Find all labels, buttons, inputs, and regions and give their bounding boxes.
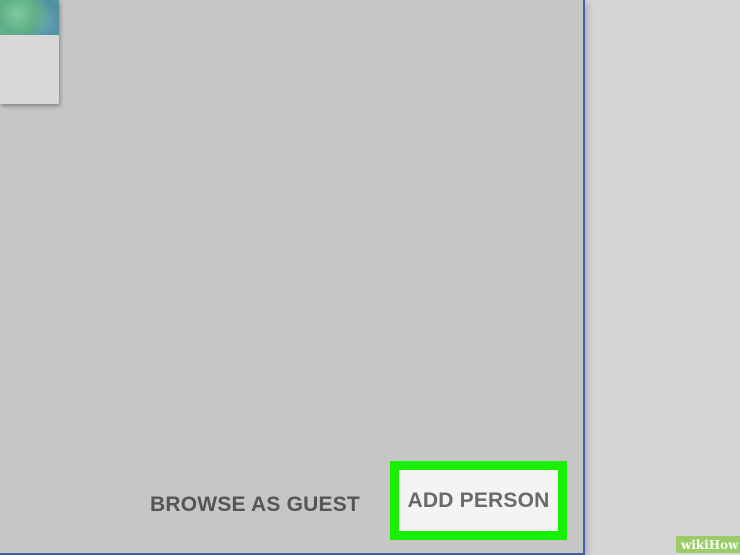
watermark-how-text: How bbox=[708, 537, 739, 552]
add-person-button[interactable]: ADD PERSON bbox=[399, 470, 558, 531]
chrome-people-dialog: BROWSE AS GUEST ADD PERSON bbox=[0, 0, 585, 555]
profile-card[interactable] bbox=[0, 0, 59, 104]
watermark-wiki-text: wiki bbox=[681, 537, 709, 552]
profile-avatar-icon bbox=[0, 0, 59, 35]
wikihow-watermark: wiki How bbox=[676, 536, 740, 553]
browse-as-guest-button[interactable]: BROWSE AS GUEST bbox=[150, 485, 360, 525]
